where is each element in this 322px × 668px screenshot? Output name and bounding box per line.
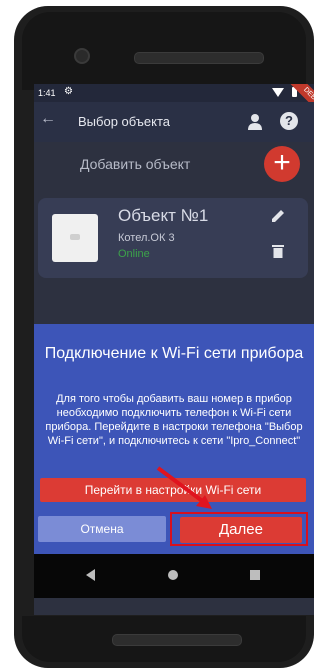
wifi-icon: [272, 88, 284, 97]
status-bar: 1:41 ⚙: [34, 84, 314, 102]
nav-recent-apps-icon[interactable]: [250, 570, 260, 580]
edit-pencil-icon[interactable]: [270, 208, 286, 224]
camera-icon: [74, 48, 90, 64]
nav-back-icon[interactable]: [86, 569, 95, 581]
earpiece-speaker: [134, 52, 264, 64]
wifi-dialog: Подключение к Wi-Fi сети прибора Для тог…: [34, 324, 314, 554]
add-object-button[interactable]: +: [264, 146, 300, 182]
dialog-title: Подключение к Wi-Fi сети прибора: [44, 345, 304, 362]
status-time: 1:41: [38, 88, 56, 98]
object-status: Online: [118, 248, 150, 260]
nav-home-icon[interactable]: [168, 570, 178, 580]
settings-gear-icon: ⚙: [64, 86, 73, 97]
next-button[interactable]: Далее: [180, 517, 302, 543]
phone-top-bezel: [22, 12, 306, 90]
add-object-label[interactable]: Добавить объект: [80, 156, 190, 172]
cancel-button[interactable]: Отмена: [38, 516, 166, 542]
page-title: Выбор объекта: [78, 114, 171, 129]
wifi-settings-button[interactable]: Перейти в настройки Wi-Fi сети: [40, 478, 306, 502]
object-name: Объект №1: [118, 206, 209, 225]
object-card[interactable]: Объект №1 Котел.ОК 3 Online: [38, 198, 308, 278]
back-arrow-icon[interactable]: ←: [40, 110, 56, 128]
phone-screen: 1:41 ⚙ DEBUG ← Выбор объекта ? Добавить …: [34, 84, 314, 615]
device-image: [52, 214, 98, 262]
person-icon[interactable]: [246, 112, 264, 132]
android-nav-bar: [34, 554, 314, 598]
plus-icon: +: [273, 146, 291, 179]
help-icon[interactable]: ?: [280, 112, 298, 130]
dialog-body: Для того чтобы добавить ваш номер в приб…: [45, 393, 303, 447]
bottom-speaker: [112, 634, 242, 646]
app-bar: ← Выбор объекта ?: [34, 102, 314, 142]
object-model: Котел.ОК 3: [118, 232, 175, 244]
trash-icon[interactable]: [272, 244, 284, 258]
